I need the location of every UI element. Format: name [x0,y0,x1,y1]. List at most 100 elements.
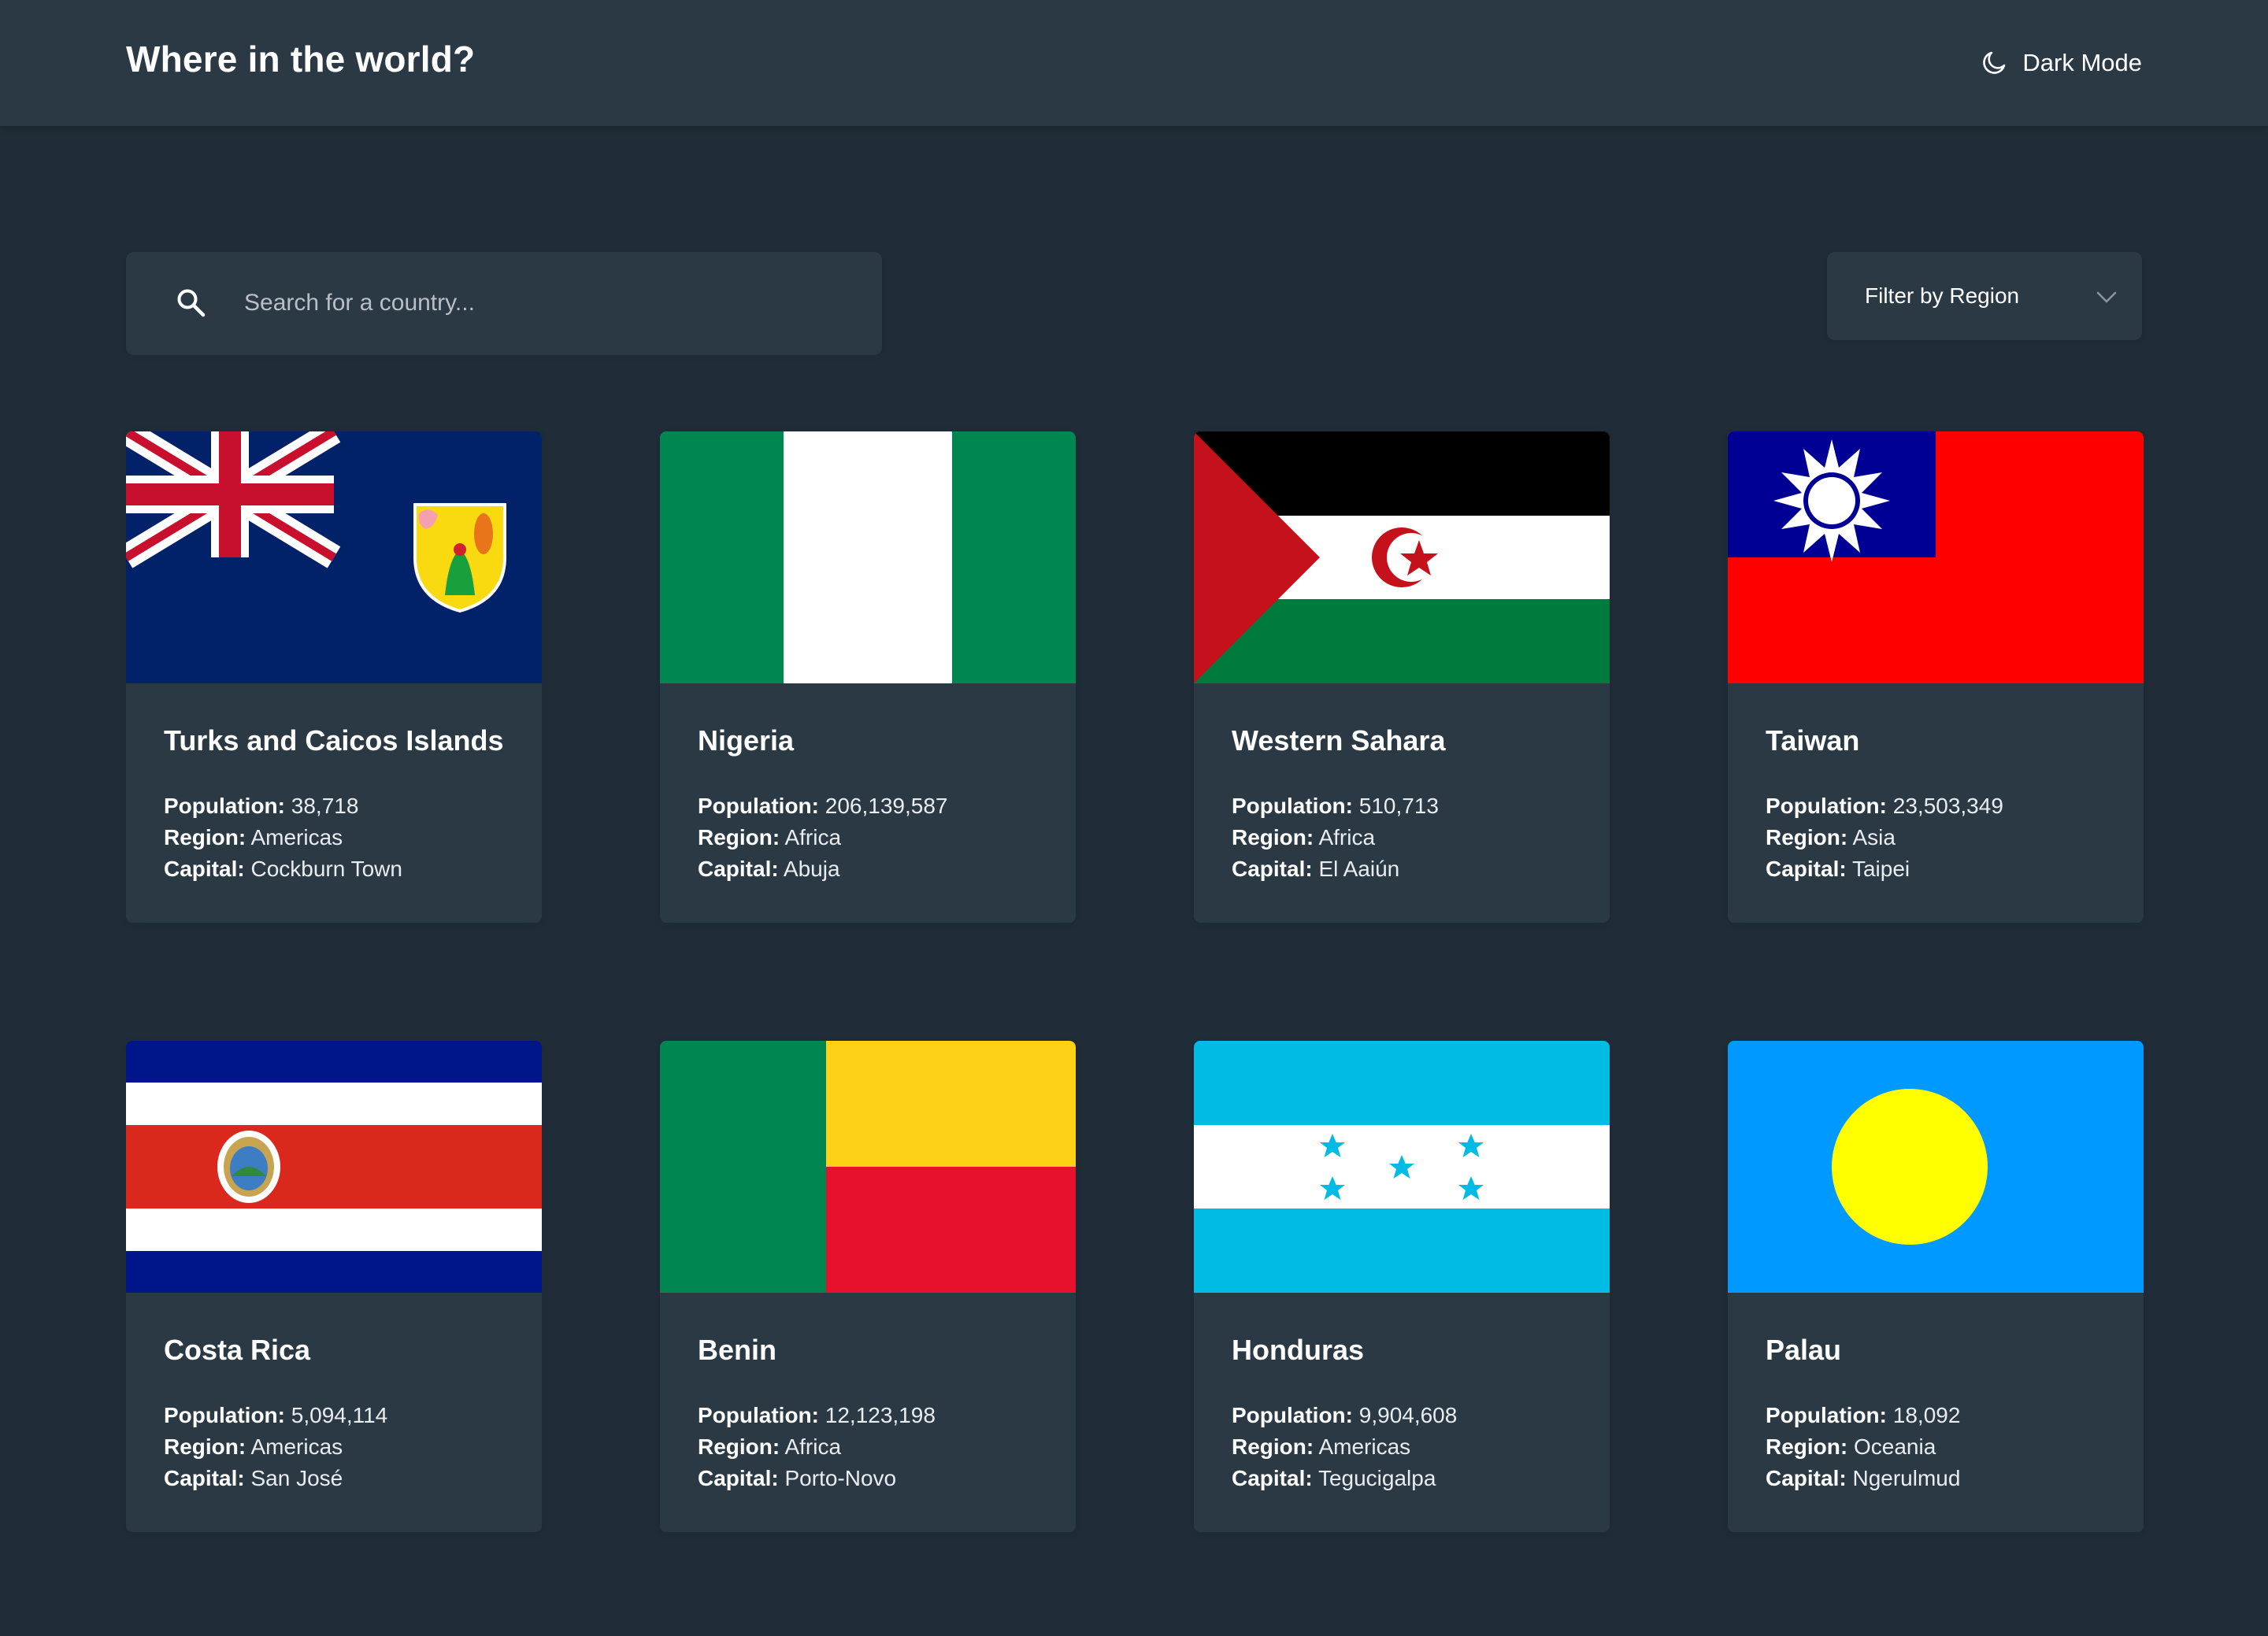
capital-label: Capital: [1766,857,1847,881]
palau-flag [1728,1041,2144,1293]
western-sahara-flag [1194,431,1610,683]
capital-label: Capital: [164,857,245,881]
honduras-flag [1194,1041,1610,1293]
population-row: Population: 206,139,587 [698,790,947,822]
capital-label: Capital: [164,1466,245,1490]
region-label: Region: [164,1434,246,1459]
country-name: Benin [698,1334,777,1366]
population-row: Population: 9,904,608 [1232,1400,1457,1431]
capital-label: Capital: [1232,857,1313,881]
region-row: Region: Africa [1232,822,1439,853]
country-info: Population: 206,139,587 Region: Africa C… [698,790,947,885]
population-value: 12,123,198 [825,1403,936,1427]
population-label: Population: [1766,1403,1887,1427]
population-value: 206,139,587 [825,794,948,818]
capital-row: Capital: Tegucigalpa [1232,1463,1457,1494]
capital-row: Capital: Cockburn Town [164,853,402,885]
search-input[interactable] [244,276,858,331]
population-value: 510,713 [1358,794,1439,818]
filter-label: Filter by Region [1865,283,2020,308]
population-label: Population: [164,1403,285,1427]
capital-row: Capital: San José [164,1463,387,1494]
moon-icon [1983,51,2006,74]
country-card[interactable]: Taiwan Population: 23,503,349 Region: As… [1728,431,2144,923]
region-value: Africa [784,825,842,849]
population-label: Population: [1232,794,1353,818]
country-card[interactable]: Nigeria Population: 206,139,587 Region: … [660,431,1076,923]
capital-value: Tegucigalpa [1317,1466,1436,1490]
country-card[interactable]: Honduras Population: 9,904,608 Region: A… [1194,1041,1610,1532]
region-row: Region: Africa [698,1431,936,1463]
country-name: Costa Rica [164,1334,311,1366]
turks-and-caicos-flag [126,431,542,683]
capital-value: Cockburn Town [250,857,402,881]
region-label: Region: [1232,1434,1314,1459]
population-row: Population: 23,503,349 [1766,790,2003,822]
region-filter-dropdown[interactable]: Filter by Region [1827,252,2142,340]
country-card[interactable]: Costa Rica Population: 5,094,114 Region:… [126,1041,542,1532]
country-info: Population: 9,904,608 Region: Americas C… [1232,1400,1457,1494]
taiwan-flag [1728,431,2144,683]
dark-mode-label: Dark Mode [2022,49,2142,76]
region-row: Region: Americas [1232,1431,1457,1463]
region-row: Region: Asia [1766,822,2003,853]
benin-flag [660,1041,1076,1293]
region-value: Asia [1852,825,1896,849]
country-name: Nigeria [698,724,795,757]
population-value: 23,503,349 [1892,794,2003,818]
country-info: Population: 510,713 Region: Africa Capit… [1232,790,1439,885]
country-name: Honduras [1232,1334,1365,1366]
capital-value: Porto-Novo [784,1466,897,1490]
region-label: Region: [698,825,780,849]
country-name: Taiwan [1766,724,1860,757]
population-label: Population: [1232,1403,1353,1427]
app-title: Where in the world? [126,39,476,80]
region-value: Africa [784,1434,842,1459]
region-label: Region: [1766,1434,1848,1459]
dark-mode-toggle[interactable]: Dark Mode [1981,46,2142,80]
country-info: Population: 23,503,349 Region: Asia Capi… [1766,790,2003,885]
country-name: Palau [1766,1334,1842,1366]
population-row: Population: 18,092 [1766,1400,1960,1431]
costa-rica-flag [126,1041,542,1293]
region-label: Region: [698,1434,780,1459]
country-info: Population: 12,123,198 Region: Africa Ca… [698,1400,936,1494]
population-row: Population: 38,718 [164,790,402,822]
capital-row: Capital: El Aaiún [1232,853,1439,885]
population-value: 9,904,608 [1358,1403,1458,1427]
chevron-down-icon [2096,291,2117,303]
country-card[interactable]: Turks and Caicos Islands Population: 38,… [126,431,542,923]
region-row: Region: Americas [164,1431,387,1463]
region-label: Region: [1232,825,1314,849]
top-header: Where in the world? Dark Mode [0,0,2268,126]
capital-label: Capital: [698,857,779,881]
capital-row: Capital: Taipei [1766,853,2003,885]
population-value: 5,094,114 [291,1403,388,1427]
population-label: Population: [698,794,819,818]
region-value: Americas [250,825,343,849]
population-row: Population: 510,713 [1232,790,1439,822]
country-card[interactable]: Benin Population: 12,123,198 Region: Afr… [660,1041,1076,1532]
population-row: Population: 5,094,114 [164,1400,387,1431]
country-name: Turks and Caicos Islands [164,724,504,757]
capital-value: San José [250,1466,343,1490]
capital-value: Ngerulmud [1852,1466,1961,1490]
country-card[interactable]: Western Sahara Population: 510,713 Regio… [1194,431,1610,923]
population-label: Population: [698,1403,819,1427]
country-info: Population: 38,718 Region: Americas Capi… [164,790,402,885]
region-row: Region: Africa [698,822,947,853]
search-bar [126,252,882,355]
country-info: Population: 18,092 Region: Oceania Capit… [1766,1400,1960,1494]
region-value: Americas [1318,1434,1411,1459]
population-row: Population: 12,123,198 [698,1400,936,1431]
capital-row: Capital: Ngerulmud [1766,1463,1960,1494]
nigeria-flag [660,431,1076,683]
country-card[interactable]: Palau Population: 18,092 Region: Oceania… [1728,1041,2144,1532]
population-value: 18,092 [1892,1403,1961,1427]
capital-value: Taipei [1851,857,1910,881]
capital-row: Capital: Abuja [698,853,947,885]
capital-label: Capital: [698,1466,779,1490]
capital-label: Capital: [1232,1466,1313,1490]
region-value: Oceania [1854,1434,1936,1459]
country-info: Population: 5,094,114 Region: Americas C… [164,1400,387,1494]
